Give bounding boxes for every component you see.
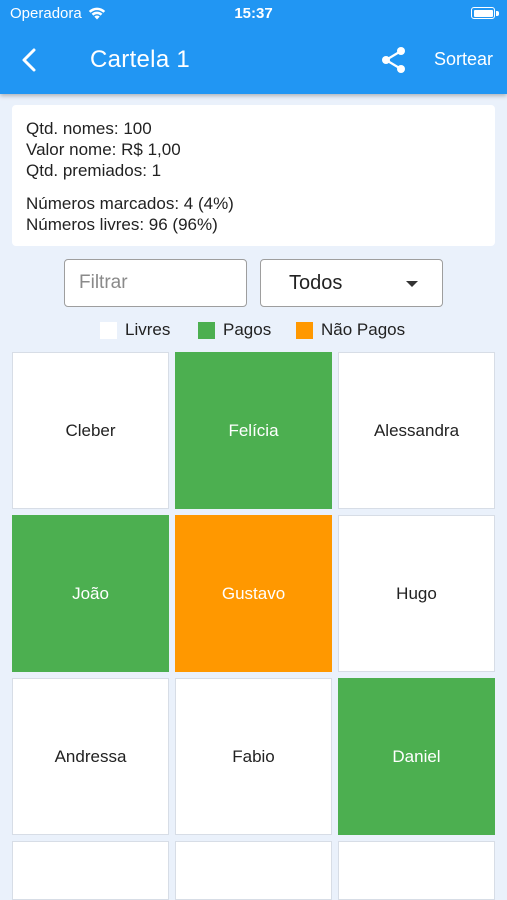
name-cell[interactable] xyxy=(175,841,332,900)
status-filter-select[interactable]: Todos xyxy=(260,259,443,307)
page-title: Cartela 1 xyxy=(90,46,191,73)
name-cell[interactable] xyxy=(12,841,169,900)
livres-swatch xyxy=(100,321,117,339)
legend-item-livres: Livres xyxy=(100,320,170,340)
legend: Livres Pagos Não Pagos xyxy=(0,320,507,340)
name-cell[interactable]: Daniel xyxy=(338,678,495,835)
share-icon xyxy=(382,47,405,73)
app-bar: Operadora 15:37 Cartela 1 Sortear xyxy=(0,0,507,94)
status-bar: Operadora 15:37 xyxy=(0,0,507,28)
pagos-swatch xyxy=(198,321,215,339)
name-cell[interactable]: Andressa xyxy=(12,678,169,835)
summary-card: Qtd. nomes: 100 Valor nome: R$ 1,00 Qtd.… xyxy=(12,105,495,246)
name-cell[interactable]: Fabio xyxy=(175,678,332,835)
qtd-nomes-text: Qtd. nomes: 100 xyxy=(26,119,152,138)
name-cell[interactable]: Hugo xyxy=(338,515,495,672)
name-label: Cleber xyxy=(65,420,116,440)
numeros-marcados-text: Números marcados: 4 (4%) xyxy=(26,194,234,213)
sortear-button[interactable]: Sortear xyxy=(434,49,493,70)
dropdown-arrow-icon xyxy=(406,281,418,287)
legend-label: Livres xyxy=(125,320,171,339)
legend-item-nao-pagos: Não Pagos xyxy=(296,320,405,340)
name-cell[interactable]: Gustavo xyxy=(175,515,332,672)
numeros-livres-text: Números livres: 96 (96%) xyxy=(26,215,218,234)
name-label: Daniel xyxy=(392,746,441,766)
name-cell[interactable]: Felícia xyxy=(175,352,332,509)
name-label: João xyxy=(72,583,109,603)
legend-label: Pagos xyxy=(223,320,272,339)
name-cell[interactable] xyxy=(338,841,495,900)
back-button[interactable] xyxy=(14,44,46,76)
name-cell[interactable]: João xyxy=(12,515,169,672)
battery-icon xyxy=(471,7,495,19)
status-filter-value: Todos xyxy=(289,272,343,294)
chevron-left-icon xyxy=(22,48,36,72)
name-label: Felícia xyxy=(228,420,279,440)
qtd-premiados-text: Qtd. premiados: 1 xyxy=(26,161,162,180)
name-cell[interactable]: Alessandra xyxy=(338,352,495,509)
nao-pagos-swatch xyxy=(296,321,313,339)
name-label: Fabio xyxy=(232,746,275,766)
status-time: 15:37 xyxy=(234,5,273,22)
name-label: Gustavo xyxy=(221,583,286,603)
name-cell[interactable]: Cleber xyxy=(12,352,169,509)
name-label: Hugo xyxy=(396,583,437,603)
valor-nome-text: Valor nome: R$ 1,00 xyxy=(26,140,181,159)
battery-tip xyxy=(496,11,499,16)
name-label: Alessandra xyxy=(373,420,460,440)
filter-input[interactable] xyxy=(64,259,247,307)
share-button[interactable] xyxy=(380,46,408,74)
name-label: Andressa xyxy=(54,746,127,766)
legend-item-pagos: Pagos xyxy=(198,320,271,340)
legend-label: Não Pagos xyxy=(321,320,406,339)
